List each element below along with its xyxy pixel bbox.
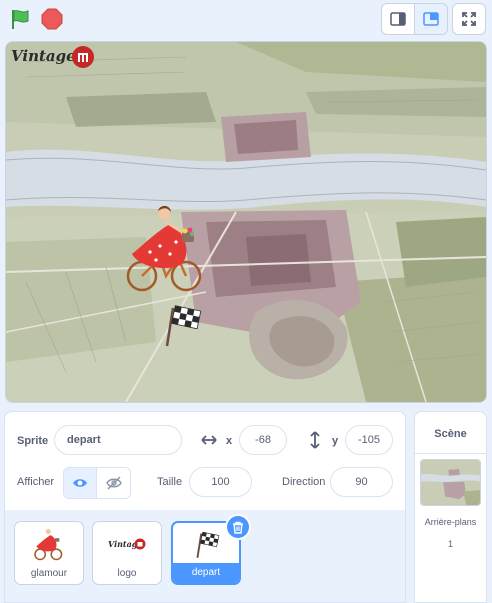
sprite-list: glamour Vintage logo depart [4,510,406,603]
scene-title: Scène [434,428,467,440]
y-value: -105 [357,434,381,446]
eye-icon [73,479,87,487]
x-value: -68 [255,434,271,446]
x-label: x [226,435,233,447]
sprite-tile-name: depart [173,563,239,583]
small-stage-button[interactable] [381,3,415,35]
eye-slash-icon [105,476,122,490]
divider [415,453,486,454]
direction-value: 90 [355,476,368,488]
vertical-arrows-icon [310,431,320,449]
fullscreen-button[interactable] [452,3,486,35]
scene-panel: Scène Arrière-plans 1 [414,411,487,603]
hide-sprite-button[interactable] [97,468,130,498]
logo-sprite[interactable]: Vintage [9,44,95,72]
x-input[interactable]: -68 [239,425,287,455]
direction-input[interactable]: 90 [330,467,393,497]
logo-badge-icon [72,46,94,68]
sprite-info-panel: Sprite depart x -68 y -105 Afficher Tail… [4,411,406,511]
show-sprite-button[interactable] [64,468,98,498]
checkered-flag-icon [196,531,220,558]
backdrops-label: Arrière-plans [424,517,477,527]
size-label: Taille [157,476,183,488]
logo-icon: Vintage [108,538,146,550]
y-input[interactable]: -105 [345,425,393,455]
glamour-sprite[interactable] [126,202,206,294]
green-flag-icon[interactable] [9,8,31,30]
fullscreen-icon [462,12,476,26]
trash-icon [233,521,243,534]
direction-label: Direction [282,476,326,488]
map-backdrop [6,42,486,402]
sprite-tile-logo[interactable]: Vintage logo [92,521,162,585]
sprite-thumbnail: Vintage [93,522,161,566]
sprite-tile-glamour[interactable]: glamour [14,521,84,585]
cyclist-icon [34,528,63,561]
sprite-name-input[interactable]: depart [54,425,182,455]
horizontal-arrows-icon [201,435,217,445]
backdrops-count: 1 [447,539,453,549]
stop-sign-icon[interactable] [41,8,63,30]
normal-stage-icon [423,12,439,26]
sprite-tile-name: glamour [30,568,68,579]
stage-header [0,0,492,40]
sprite-name-value: depart [67,434,101,446]
logo-text: Vintage [11,47,76,65]
small-stage-icon [390,12,406,26]
show-label: Afficher [17,476,55,488]
depart-sprite[interactable] [161,304,203,348]
map-thumbnail-icon [421,460,480,505]
size-value: 100 [211,476,230,488]
sprite-label: Sprite [17,435,49,447]
visibility-toggle [63,467,131,499]
delete-sprite-button[interactable] [225,514,251,540]
sprite-tile-name: logo [117,568,137,579]
stage-canvas[interactable]: Vintage [5,41,487,403]
normal-stage-button[interactable] [414,3,448,35]
sprite-thumbnail [15,522,83,566]
size-input[interactable]: 100 [189,467,252,497]
y-label: y [332,435,339,447]
backdrop-thumbnail[interactable] [420,459,481,506]
